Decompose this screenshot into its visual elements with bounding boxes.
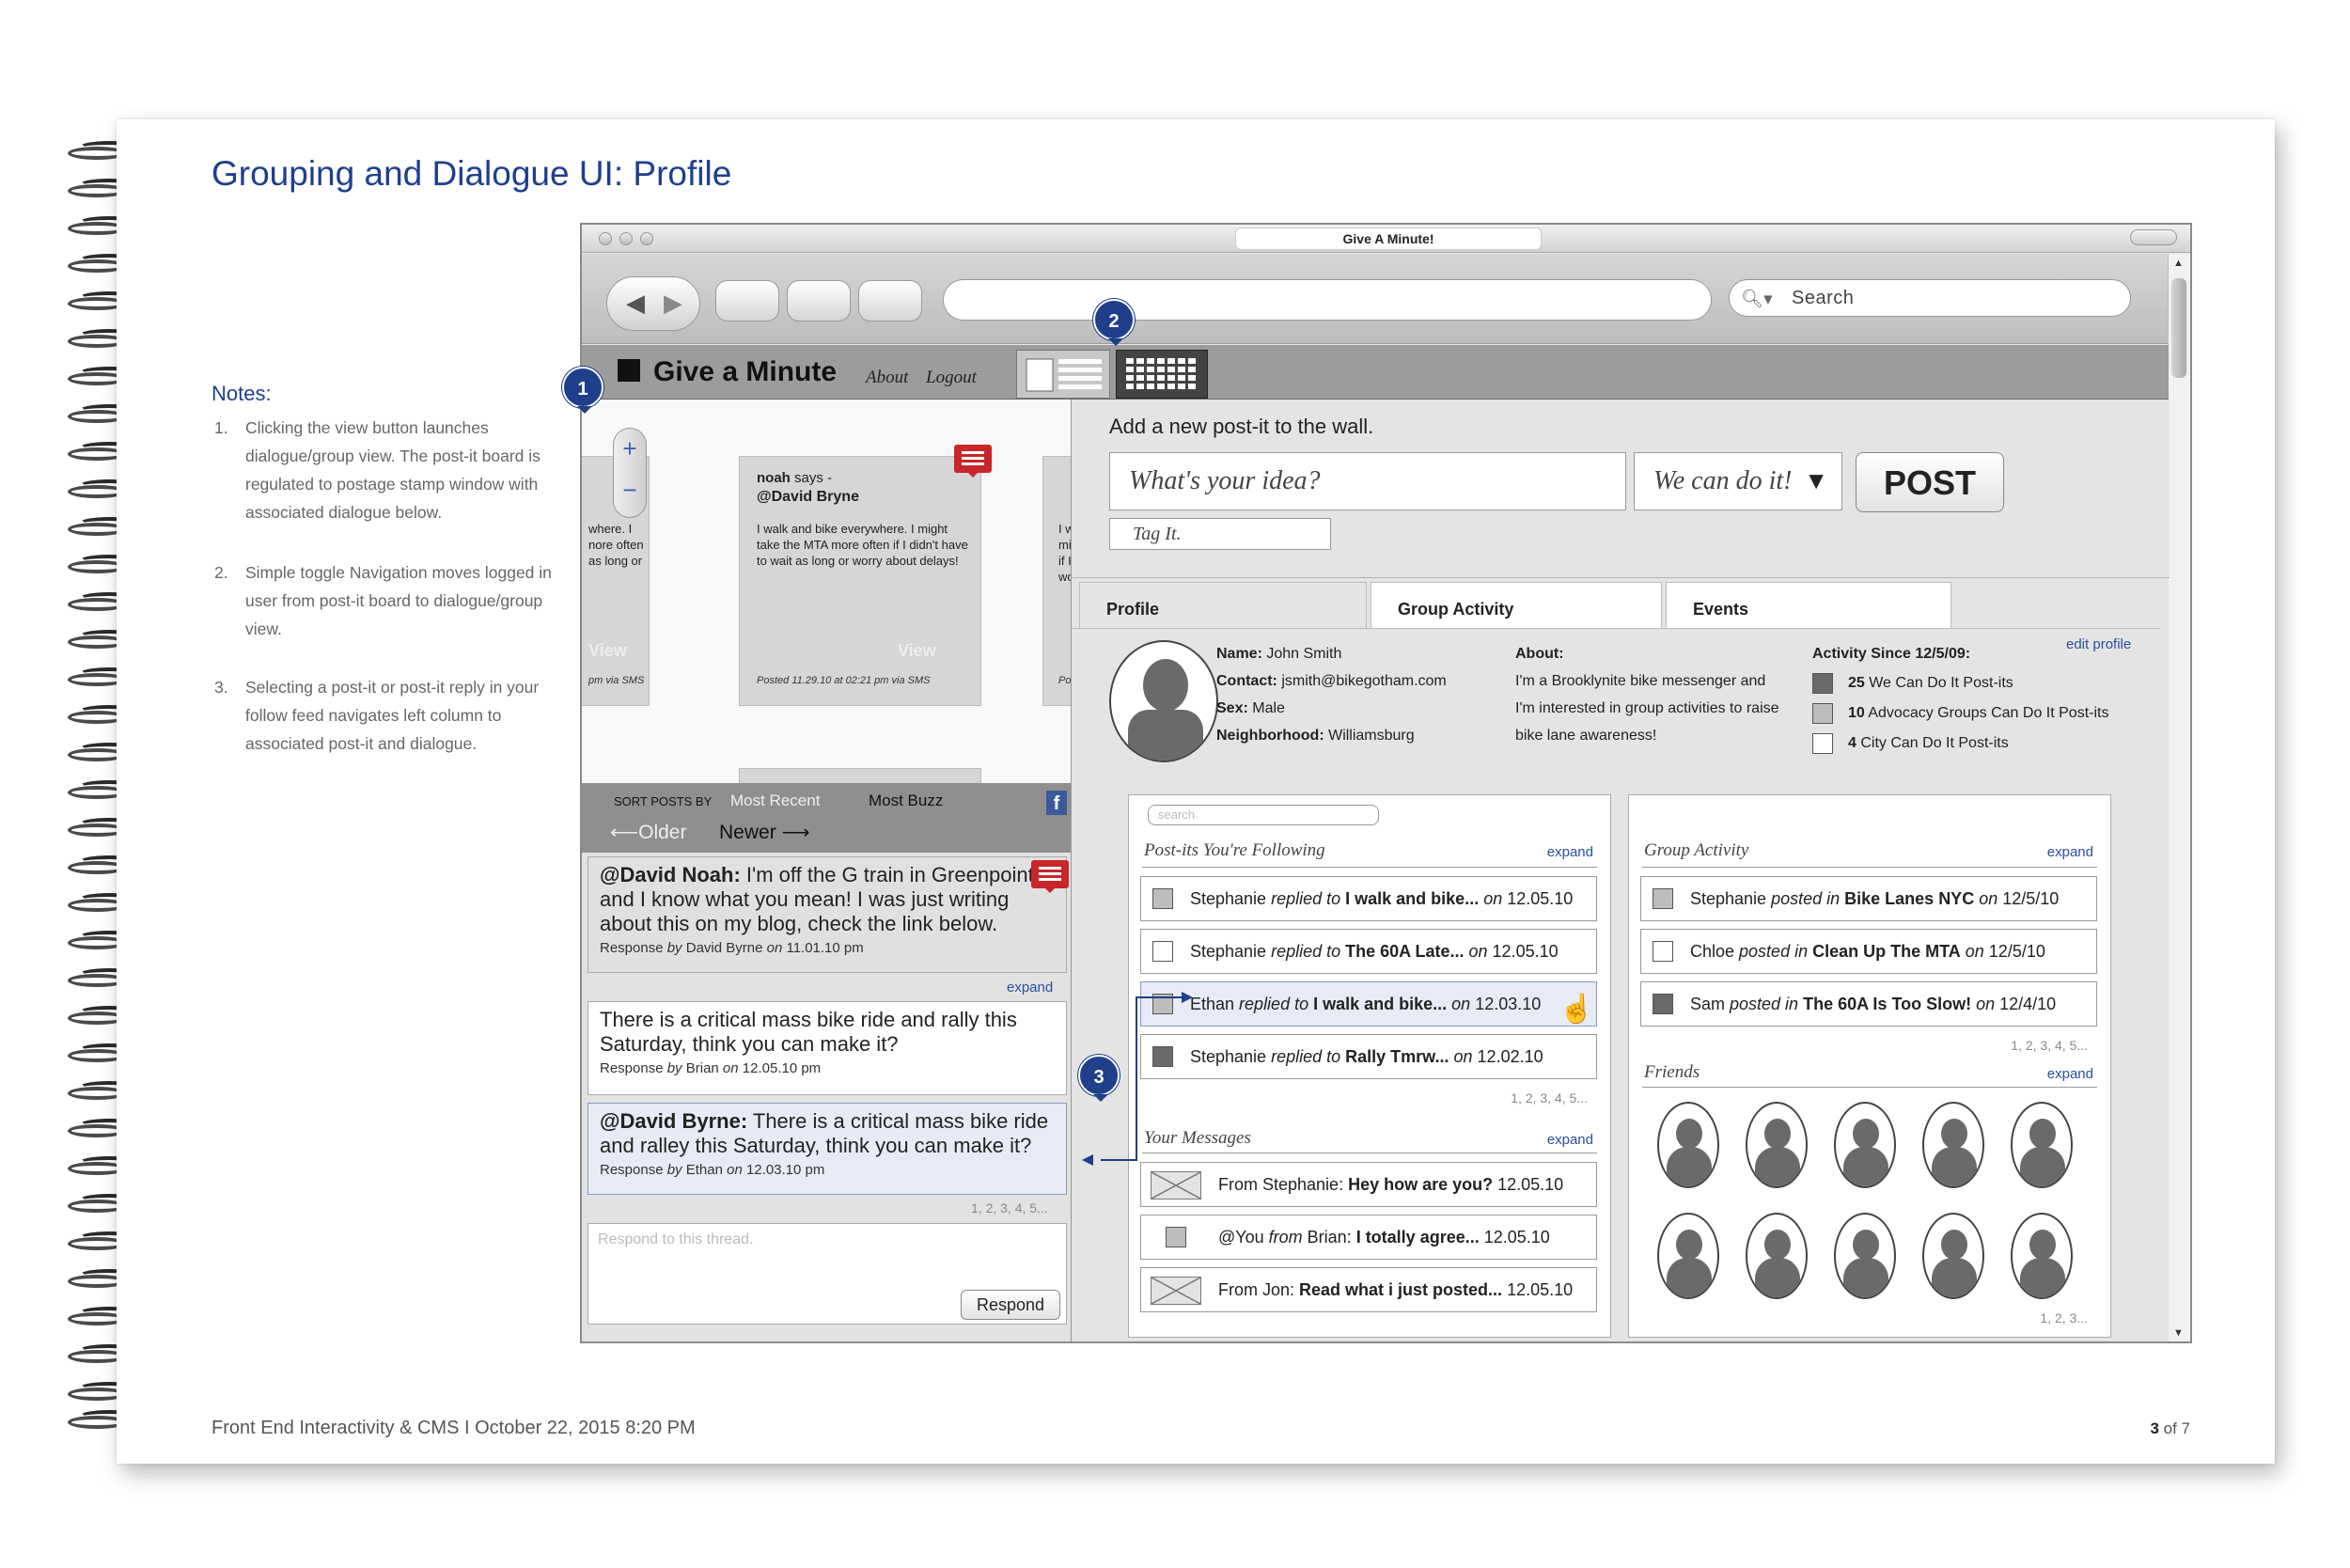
note-number: 1. bbox=[214, 418, 228, 437]
annotation-badge-2: 2 bbox=[1093, 299, 1135, 346]
annotation-connector bbox=[1082, 992, 1193, 1166]
notes-title: Notes: bbox=[212, 382, 272, 405]
page-current: 3 bbox=[2150, 1419, 2159, 1437]
annotation-badge-3: 3 bbox=[1078, 1055, 1120, 1102]
note-item: 3. Selecting a post-it or post-it reply i… bbox=[214, 673, 553, 758]
footer-text: Front End Interactivity & CMS I October … bbox=[212, 1418, 696, 1438]
note-item: 2. Simple toggle Navigation moves logged … bbox=[214, 558, 553, 643]
note-text: Selecting a post-it or post-it reply in … bbox=[245, 678, 540, 753]
document-title: Grouping and Dialogue UI: Profile bbox=[212, 154, 732, 193]
note-text: Clicking the view button launches dialog… bbox=[245, 418, 540, 522]
note-item: 1. Clicking the view button launches dial… bbox=[214, 414, 553, 526]
note-number: 3. bbox=[214, 678, 228, 697]
browser-window: Give A Minute! ◀ ▶ 🔍︎▾ Search ▲ ▼ Give a… bbox=[580, 223, 2192, 1343]
note-number: 2. bbox=[214, 563, 228, 582]
page-total: of 7 bbox=[2158, 1419, 2190, 1437]
page-number: 3 of 7 bbox=[2150, 1419, 2190, 1438]
annotation-badge-1: 1 bbox=[562, 367, 603, 414]
note-text: Simple toggle Navigation moves logged in… bbox=[245, 563, 552, 638]
